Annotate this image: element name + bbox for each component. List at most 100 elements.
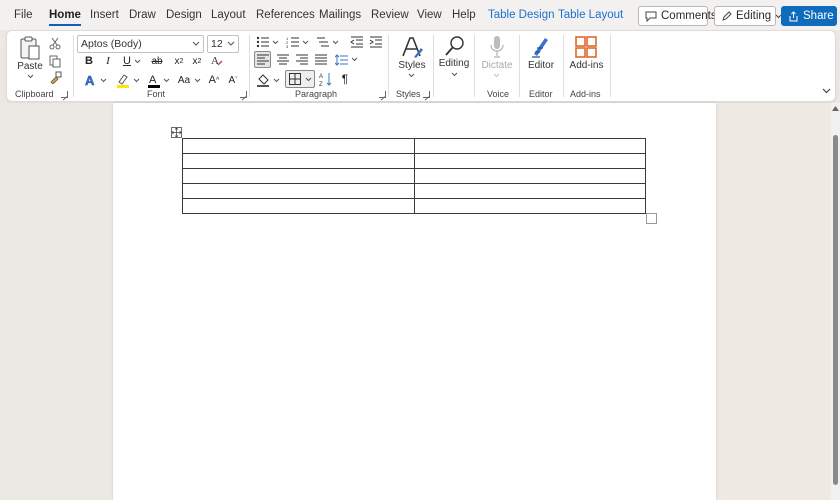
table-cell[interactable]	[413, 153, 646, 169]
increase-indent-icon[interactable]	[368, 35, 382, 49]
font-color-chevron-icon[interactable]	[163, 78, 170, 83]
bullets-chevron-icon[interactable]	[272, 40, 279, 45]
multilevel-chevron-icon[interactable]	[332, 40, 339, 45]
document-table[interactable]	[182, 138, 646, 214]
addins-button[interactable]	[573, 34, 599, 60]
styles-dialog-launcher[interactable]	[423, 91, 430, 98]
cut-button[interactable]	[47, 35, 63, 51]
highlighter-icon[interactable]	[114, 71, 132, 89]
line-spacing-chevron-icon[interactable]	[351, 57, 358, 62]
tab-mailings[interactable]: Mailings	[319, 9, 361, 21]
multilevel-list-icon[interactable]	[315, 35, 329, 49]
svg-text:Z: Z	[319, 82, 323, 87]
table-cell[interactable]	[413, 198, 646, 214]
underline-icon[interactable]: U	[120, 53, 134, 69]
highlighter-chevron-icon[interactable]	[133, 78, 140, 83]
tab-help[interactable]: Help	[452, 9, 476, 21]
align-right-icon[interactable]	[293, 51, 310, 68]
tab-table-layout[interactable]: Table Layout	[558, 9, 623, 21]
styles-group-label: Styles	[396, 89, 421, 99]
clipboard-group-label: Clipboard	[15, 89, 54, 99]
tab-draw[interactable]: Draw	[129, 9, 156, 21]
styles-chevron-icon[interactable]	[408, 73, 415, 78]
align-center-icon[interactable]	[274, 51, 291, 68]
vertical-scrollbar[interactable]	[831, 103, 840, 500]
dictate-chevron-icon	[493, 73, 500, 78]
dictate-label: Dictate	[481, 60, 513, 71]
table-cell[interactable]	[413, 183, 646, 199]
text-effects-icon[interactable]: A	[82, 71, 100, 89]
tab-file[interactable]: File	[14, 9, 33, 21]
bold-icon[interactable]: B	[82, 53, 96, 69]
paste-button[interactable]	[17, 34, 43, 62]
table-cell[interactable]	[182, 168, 415, 184]
strikethrough-icon[interactable]: ab	[148, 53, 166, 69]
svg-text:A: A	[149, 74, 157, 86]
addins-group: Add-ins Add-ins	[564, 31, 609, 101]
table-cell[interactable]	[182, 183, 415, 199]
shrink-font-icon[interactable]: Aˇ	[225, 71, 241, 89]
voice-group-label: Voice	[487, 89, 510, 99]
font-color-icon[interactable]: A	[146, 71, 162, 89]
change-case-chevron-icon[interactable]	[194, 78, 201, 83]
table-row	[182, 153, 646, 169]
paragraph-dialog-launcher[interactable]	[379, 91, 386, 98]
change-case-icon[interactable]: Aa	[174, 71, 194, 89]
borders-button[interactable]	[285, 70, 315, 88]
align-left-icon[interactable]	[254, 51, 271, 68]
collapse-ribbon-button[interactable]	[819, 85, 833, 97]
text-effects-chevron-icon[interactable]	[100, 78, 107, 83]
show-formatting-marks-icon[interactable]: ¶	[338, 70, 352, 88]
tab-design[interactable]: Design	[166, 9, 202, 21]
italic-icon[interactable]: I	[101, 53, 115, 69]
comments-button[interactable]: Comments	[638, 6, 717, 26]
scrollbar-thumb[interactable]	[833, 135, 838, 485]
table-cell[interactable]	[413, 138, 646, 154]
tab-insert[interactable]: Insert	[90, 9, 119, 21]
decrease-indent-icon[interactable]	[349, 35, 363, 49]
table-resize-handle[interactable]	[646, 213, 657, 224]
tab-layout[interactable]: Layout	[211, 9, 246, 21]
tab-home[interactable]: Home	[49, 9, 81, 26]
share-button[interactable]: Share	[781, 6, 837, 26]
addins-grid-icon	[575, 36, 597, 58]
table-move-handle[interactable]	[171, 127, 182, 138]
font-dialog-launcher[interactable]	[240, 91, 247, 98]
subscript-icon[interactable]: x2	[170, 53, 188, 69]
table-row	[182, 198, 646, 214]
underline-chevron-icon[interactable]	[134, 59, 141, 64]
shading-chevron-icon[interactable]	[273, 78, 280, 83]
paste-chevron-icon[interactable]	[27, 74, 34, 79]
justify-icon[interactable]	[312, 51, 329, 68]
table-cell[interactable]	[182, 138, 415, 154]
scroll-up-arrow-icon[interactable]	[832, 106, 839, 111]
tab-review[interactable]: Review	[371, 9, 409, 21]
table-cell[interactable]	[182, 198, 415, 214]
format-painter-button[interactable]	[47, 69, 63, 85]
editor-button[interactable]	[528, 34, 554, 60]
copy-button[interactable]	[47, 53, 63, 69]
styles-button[interactable]	[399, 34, 425, 60]
table-cell[interactable]	[182, 153, 415, 169]
grow-font-icon[interactable]: A ^	[206, 71, 222, 89]
table-cell[interactable]	[413, 168, 646, 184]
bullets-icon[interactable]	[255, 35, 269, 49]
line-spacing-icon[interactable]	[333, 51, 350, 68]
tab-view[interactable]: View	[417, 9, 442, 21]
editing-mode-dropdown[interactable]: Editing	[714, 6, 782, 26]
font-name-combo[interactable]: Aptos (Body)	[77, 35, 204, 53]
editing-chevron-icon[interactable]	[451, 72, 458, 77]
editing-button[interactable]	[442, 34, 468, 58]
sort-icon[interactable]: AZ	[318, 70, 334, 88]
clipboard-dialog-launcher[interactable]	[61, 91, 68, 98]
tab-references[interactable]: References	[256, 9, 315, 21]
shading-icon[interactable]	[255, 71, 271, 88]
numbering-icon[interactable]: 123	[285, 35, 299, 49]
dictate-button[interactable]	[484, 34, 510, 60]
tab-table-design[interactable]: Table Design	[488, 9, 554, 21]
superscript-icon[interactable]: x2	[188, 53, 206, 69]
numbering-chevron-icon[interactable]	[302, 40, 309, 45]
styles-group: Styles Styles	[389, 31, 432, 101]
clear-formatting-icon[interactable]: A	[209, 52, 225, 68]
font-size-combo[interactable]: 12	[207, 35, 239, 53]
